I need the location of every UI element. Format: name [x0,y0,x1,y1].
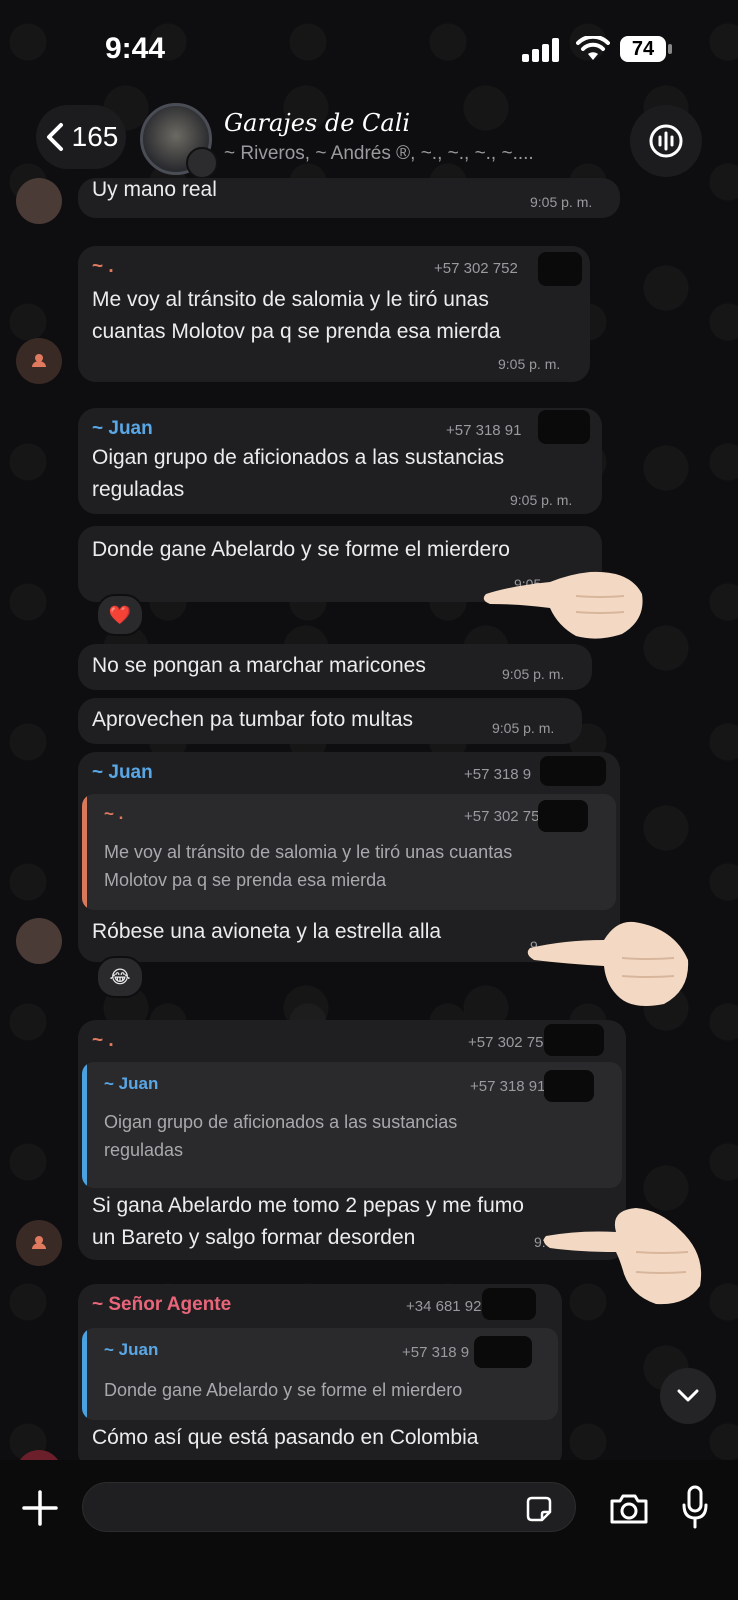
message-sender: ~ Señor Agente [92,1294,232,1315]
message-text: Oigan grupo de aficionados a las sustanc… [92,446,505,469]
quoted-phone: +57 318 9 [402,1344,470,1361]
message-text: Si gana Abelardo me tomo 2 pepas y me fu… [92,1194,524,1217]
quoted-message[interactable]: ~ Juan +57 318 91 Oigan grupo de aficion… [82,1062,622,1188]
redaction [482,1288,536,1320]
message-bubble[interactable]: Uy mano real 9:05 p. m. [78,178,620,218]
sticker-icon[interactable] [524,1494,554,1524]
message-time: 9:05 p. m. [510,492,573,508]
message-time: 9:05 p. m. [502,666,565,682]
battery-indicator: 74 [620,36,666,62]
sender-phone: +57 302 75 [468,1034,544,1051]
voice-chat-button[interactable] [630,105,702,177]
quoted-phone: +57 318 91 [470,1078,546,1095]
plus-icon[interactable] [20,1488,60,1528]
chevron-left-icon [46,123,63,151]
message-text: Aprovechen pa tumbar foto multas [92,708,414,731]
sender-phone: +57 302 752 [434,260,518,277]
message-text: cuantas Molotov pa q se prenda esa mierd… [92,320,501,343]
quoted-sender: ~ Juan [104,1340,159,1359]
battery-nub [668,44,672,54]
quoted-text: Oigan grupo de aficionados a las sustanc… [104,1112,458,1132]
message-text: No se pongan a marchar maricones [92,654,426,677]
redaction [538,252,582,286]
sender-avatar[interactable] [16,918,62,964]
sender-avatar[interactable] [16,178,62,224]
chevron-down-icon [677,1389,699,1402]
sender-avatar[interactable] [16,1220,62,1266]
message-text: un Bareto y salgo formar desorden [92,1226,416,1249]
message-input[interactable] [82,1482,576,1532]
redaction [544,1070,594,1102]
back-button[interactable]: 165 [36,105,126,169]
quote-bar [82,794,87,910]
status-time: 9:44 [105,32,166,65]
person-icon [32,1236,46,1249]
message-text: Donde gane Abelardo y se forme el mierde… [92,538,510,561]
sender-phone: +57 318 9 [464,766,532,783]
quoted-phone: +57 302 75 [464,808,540,825]
redaction [538,410,590,444]
camera-icon[interactable] [608,1492,650,1526]
quoted-text: Donde gane Abelardo y se forme el mierde… [104,1380,463,1400]
message-bubble[interactable]: Aprovechen pa tumbar foto multas 9:05 p.… [78,698,582,744]
quote-bar [82,1328,87,1420]
group-name[interactable]: Garajes de Cali [224,109,410,137]
pointing-hand-icon [543,1208,702,1305]
microphone-icon[interactable] [680,1484,710,1530]
cellular-signal-icon [522,38,562,62]
group-members[interactable]: ~ Riveros, ~ Andrés ®, ~., ~., ~., ~.... [224,143,534,165]
status-bar: 9:44 74 [0,0,738,90]
quoted-text: Me voy al tránsito de salomia y le tiró … [104,842,513,862]
message-time: 9:05 p. m. [530,194,593,210]
message-sender: ~ Juan [92,762,153,783]
message-text: Uy mano real [92,178,217,201]
quoted-message[interactable]: ~ Juan +57 318 9 Donde gane Abelardo y s… [82,1328,558,1420]
quoted-text: Molotov pa q se prenda esa mierda [104,870,387,890]
redaction [538,800,588,832]
quoted-message[interactable]: ~ . +57 302 75 Me voy al tránsito de sal… [82,794,616,910]
unread-count: 165 [71,121,119,152]
message-bubble[interactable]: ~ . +57 302 752 Me voy al tránsito de sa… [78,246,590,382]
message-bubble[interactable]: ~ Juan +57 318 91 Oigan grupo de aficion… [78,408,602,514]
scroll-to-bottom-button[interactable] [660,1368,716,1424]
message-sender: ~ . [92,1030,114,1051]
message-text: Cómo así que está pasando en Colombia [92,1426,479,1449]
quote-bar [82,1062,87,1188]
chat-header: 165 Garajes de Cali ~ Riveros, ~ Andrés … [0,95,738,185]
sender-phone: +57 318 91 [446,422,522,439]
quoted-sender: ~ . [104,804,124,823]
reaction-laugh[interactable]: 😂 [96,956,144,998]
message-time: 9:05 p. m. [492,720,555,736]
message-text: Róbese una avioneta y la estrella alla [92,920,442,943]
redaction [474,1336,532,1368]
redaction [540,756,606,786]
quoted-text: reguladas [104,1140,184,1160]
message-time: 9:05 p. m. [498,356,561,372]
sender-avatar[interactable] [16,338,62,384]
message-sender: ~ . [92,256,114,277]
message-text: reguladas [92,478,185,501]
reaction-heart[interactable]: ❤️ [96,594,144,636]
sender-phone: +34 681 92 [406,1298,482,1315]
pointing-hand-icon [483,571,643,639]
voice-chat-icon [649,124,683,158]
pointing-hand-icon [527,921,689,1006]
wifi-icon [576,36,610,60]
quoted-sender: ~ Juan [104,1074,159,1093]
message-bubble[interactable]: ~ Señor Agente +34 681 92 ~ Juan +57 318… [78,1284,562,1470]
redaction [544,1024,604,1056]
message-text: Me voy al tránsito de salomia y le tiró … [92,288,489,311]
message-sender: ~ Juan [92,418,153,439]
message-bubble[interactable]: No se pongan a marchar maricones 9:05 p.… [78,644,592,690]
composer-bar [0,1460,738,1600]
person-icon [32,354,46,367]
